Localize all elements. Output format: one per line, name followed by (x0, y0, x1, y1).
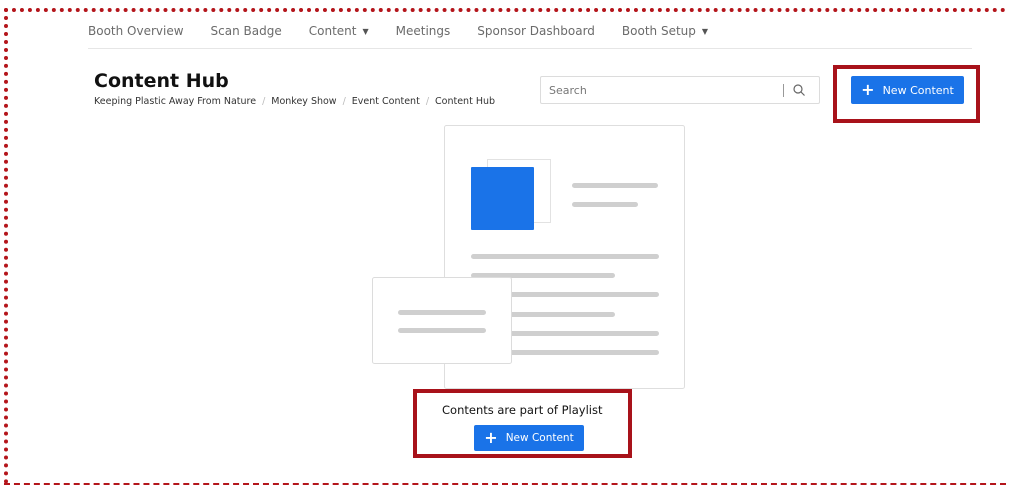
search-divider (783, 84, 784, 97)
caret-down-icon: ▼ (362, 26, 369, 36)
nav-item-label: Meetings (395, 24, 451, 38)
search-icon[interactable] (792, 83, 806, 97)
search-box (540, 76, 820, 104)
nav-item-booth-overview[interactable]: Booth Overview (88, 24, 184, 38)
breadcrumb: Keeping Plastic Away From Nature / Monke… (94, 96, 495, 107)
annotation-frame-left (4, 8, 8, 484)
nav-item-label: Scan Badge (210, 24, 282, 38)
nav-item-label: Content (308, 24, 357, 38)
annotation-frame-bottom (4, 483, 1006, 485)
nav-item-meetings[interactable]: Meetings (396, 24, 451, 38)
nav-item-sponsor-dashboard[interactable]: Sponsor Dashboard (477, 24, 595, 38)
highlight-box (413, 389, 632, 458)
page-title: Content Hub (94, 70, 229, 92)
caret-down-icon: ▼ (701, 26, 709, 36)
breadcrumb-item[interactable]: Keeping Plastic Away From Nature (94, 96, 256, 107)
nav-divider (88, 48, 972, 49)
nav-item-label: Booth Setup (621, 24, 696, 38)
nav-item-scan-badge[interactable]: Scan Badge (211, 24, 282, 38)
highlight-box (833, 65, 980, 123)
nav-item-content[interactable]: Content ▼ (309, 24, 369, 38)
nav-item-booth-setup[interactable]: Booth Setup ▼ (622, 24, 708, 38)
breadcrumb-item[interactable]: Monkey Show (271, 96, 336, 107)
top-nav: Booth Overview Scan Badge Content ▼ Meet… (88, 22, 735, 40)
search-input[interactable] (541, 77, 781, 103)
nav-item-label: Booth Overview (88, 24, 184, 38)
breadcrumb-separator: / (262, 96, 266, 107)
breadcrumb-item[interactable]: Event Content (352, 96, 420, 107)
nav-item-label: Sponsor Dashboard (477, 24, 595, 38)
breadcrumb-separator: / (425, 96, 430, 107)
annotation-frame-top (4, 8, 1006, 12)
breadcrumb-current: Content Hub (435, 96, 496, 107)
breadcrumb-separator: / (342, 96, 346, 107)
